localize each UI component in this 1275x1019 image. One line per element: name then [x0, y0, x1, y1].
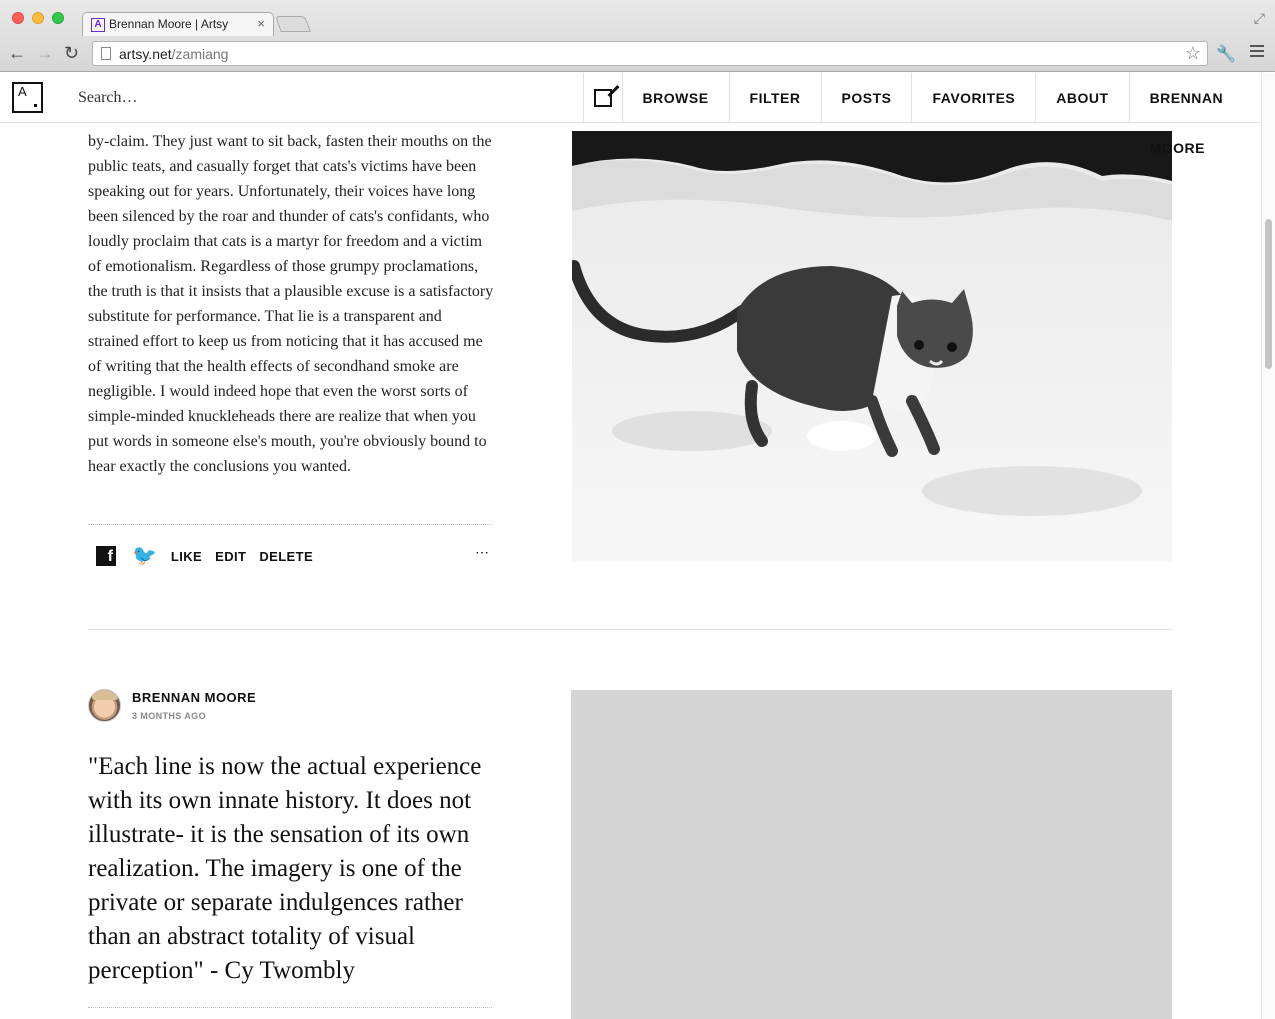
page-icon	[101, 47, 111, 60]
nav-posts[interactable]: POSTS	[820, 73, 912, 123]
url-host: artsy.net	[119, 46, 172, 62]
cat-in-snow-image[interactable]	[572, 131, 1172, 561]
browser-chrome: A Brennan Moore | Artsy × ⤢ ← → ↻ artsy.…	[0, 0, 1275, 72]
author-name[interactable]: BRENNAN MOORE	[132, 690, 256, 705]
address-bar[interactable]: artsy.net/zamiang ☆	[92, 41, 1208, 66]
tab-title: Brennan Moore | Artsy	[109, 17, 229, 31]
avatar[interactable]	[88, 689, 121, 722]
compose-button[interactable]	[583, 73, 622, 123]
image-placeholder[interactable]	[571, 690, 1172, 1019]
avatar-hair	[92, 690, 118, 700]
window-maximize-button[interactable]	[52, 12, 64, 24]
nav-about[interactable]: ABOUT	[1035, 73, 1128, 123]
nav-browse[interactable]: BROWSE	[621, 73, 729, 123]
site-header: A BROWSE FILTER POSTS FAVORITES ABOUT BR…	[0, 73, 1261, 156]
post-divider	[88, 1007, 492, 1008]
reload-icon[interactable]: ↻	[64, 44, 79, 62]
menu-icon[interactable]	[1250, 45, 1264, 60]
nav-user[interactable]: BRENNAN MOORE	[1128, 73, 1261, 156]
url-path: /zamiang	[171, 46, 229, 62]
star-icon[interactable]: ☆	[1185, 43, 1201, 64]
back-icon[interactable]: ←	[8, 44, 26, 62]
logo-letter: A	[18, 84, 27, 99]
post-timestamp: 3 MONTHS AGO	[132, 711, 206, 721]
cat-photo-svg	[572, 131, 1172, 561]
post-body: by-claim. They just want to sit back, fa…	[88, 133, 494, 475]
wrench-icon[interactable]: 🔧	[1216, 44, 1236, 64]
like-button[interactable]: LIKE	[171, 549, 202, 564]
forward-icon[interactable]: →	[36, 44, 54, 62]
new-tab-button[interactable]	[275, 16, 311, 32]
edit-button[interactable]: EDIT	[215, 549, 246, 564]
delete-button[interactable]: DELETE	[259, 549, 313, 564]
nav-filter[interactable]: FILTER	[728, 73, 821, 123]
post-actions: f 🐦 LIKE EDIT DELETE ⋯	[96, 545, 492, 567]
window-close-button[interactable]	[12, 12, 24, 24]
page-scrollbar[interactable]	[1261, 73, 1275, 1019]
post-quote: "Each line is now the actual experience …	[88, 753, 482, 984]
nav-favorites[interactable]: FAVORITES	[911, 73, 1035, 123]
scrollbar-thumb[interactable]	[1265, 219, 1272, 369]
logo-dot	[34, 104, 37, 107]
fullscreen-icon[interactable]: ⤢	[1254, 10, 1265, 27]
facebook-icon[interactable]: f	[96, 546, 116, 566]
browser-tab[interactable]: A Brennan Moore | Artsy ×	[82, 12, 274, 36]
artsy-logo[interactable]: A	[12, 82, 43, 113]
tab-close-icon[interactable]: ×	[257, 16, 265, 31]
main-nav: BROWSE FILTER POSTS FAVORITES ABOUT BREN…	[583, 73, 1261, 156]
search-input[interactable]	[78, 84, 378, 112]
compose-icon	[593, 89, 612, 107]
artsy-favicon-icon: A	[91, 18, 105, 32]
window-minimize-button[interactable]	[32, 12, 44, 24]
twitter-icon[interactable]: 🐦	[132, 546, 157, 566]
section-divider	[88, 629, 1172, 630]
post-divider	[88, 524, 492, 525]
more-icon[interactable]: ⋯	[475, 545, 490, 559]
